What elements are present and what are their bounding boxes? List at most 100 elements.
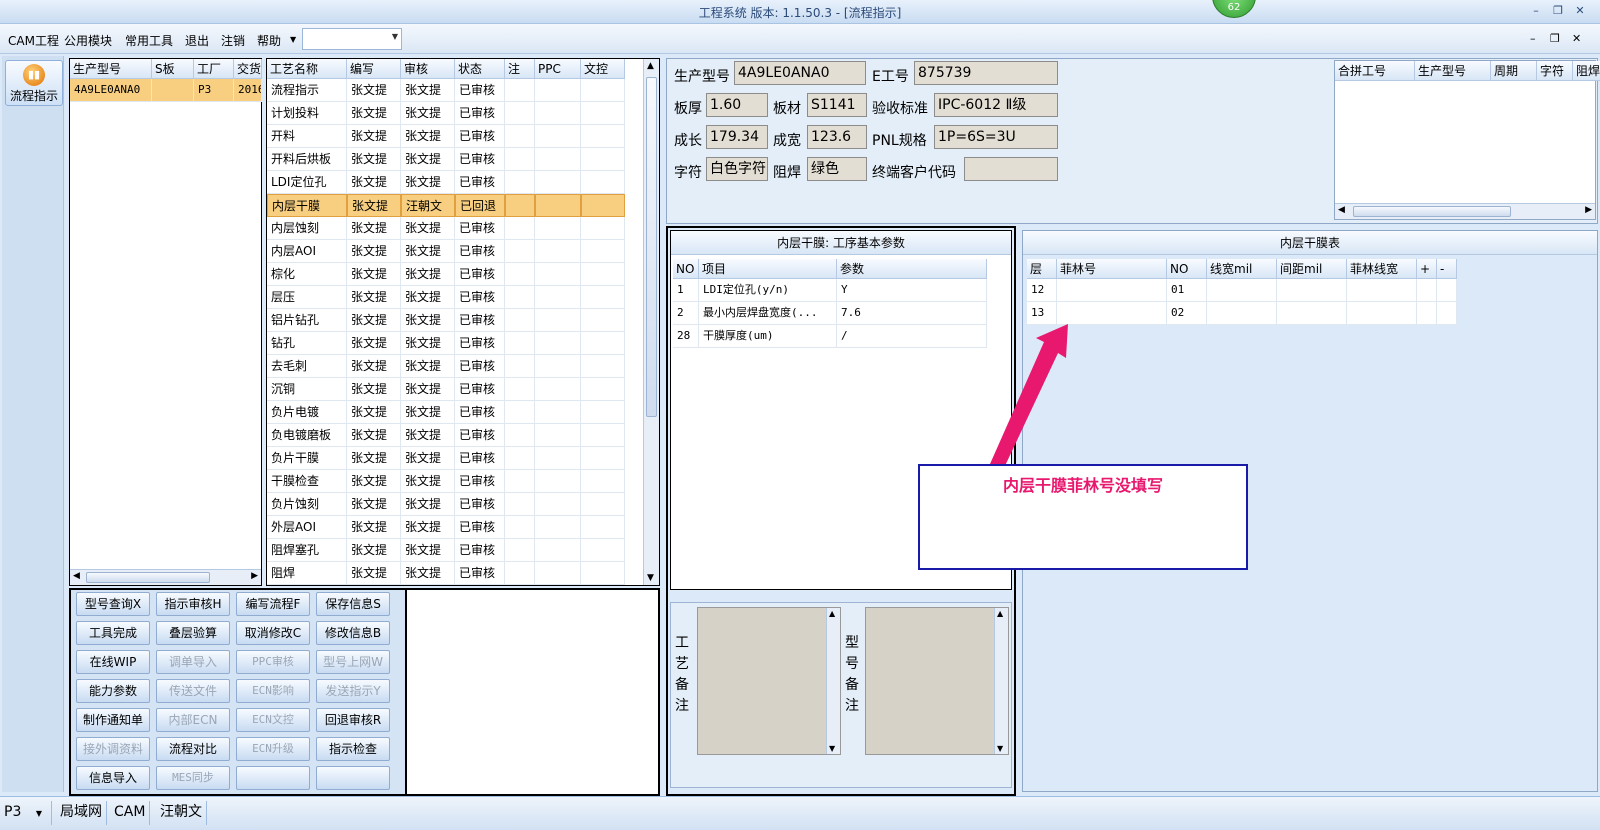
material-field[interactable]: S1141	[807, 93, 867, 117]
action-button[interactable]: 修改信息B	[316, 621, 390, 645]
table-row[interactable]: 铝片钻孔 张文提 张文提 已审核	[267, 309, 659, 332]
e-number-field[interactable]: 875739	[914, 61, 1058, 85]
table-row[interactable]: 负片电镀 张文提 张文提 已审核	[267, 401, 659, 424]
table-row[interactable]: 阻焊塞孔 张文提 张文提 已审核	[267, 539, 659, 562]
col-header[interactable]: 生产型号	[1415, 61, 1491, 81]
table-row[interactable]: 28 干膜厚度(um) /	[673, 325, 993, 348]
close-icon[interactable]: ✕	[1572, 4, 1588, 18]
scroll-thumb[interactable]	[646, 77, 657, 417]
action-button[interactable]: 内部ECN	[156, 708, 230, 732]
action-button[interactable]: 传送文件	[156, 679, 230, 703]
scroll-right-icon[interactable]: ▶	[251, 571, 258, 581]
action-button[interactable]: 能力参数	[76, 679, 150, 703]
col-header[interactable]: 参数	[837, 259, 987, 279]
model-remark-textarea[interactable]: ▲ ▼	[865, 607, 1009, 755]
table-row[interactable]: 4A9LE0ANA0 P3 2016	[70, 79, 262, 102]
scroll-right-icon[interactable]: ▶	[1585, 205, 1592, 215]
col-header[interactable]: 注	[505, 59, 535, 79]
status-tab-user[interactable]: 汪朝文	[156, 801, 207, 825]
table-row[interactable]: 13 02	[1027, 302, 1457, 325]
col-header[interactable]: 编写	[347, 59, 401, 79]
col-header[interactable]: 文控	[581, 59, 625, 79]
table-row[interactable]: 负片干膜 张文提 张文提 已审核	[267, 447, 659, 470]
model-field[interactable]: 4A9LE0ANA0	[734, 61, 866, 85]
width-field[interactable]: 123.6	[807, 125, 867, 149]
menu-common-modules[interactable]: 公用模块	[64, 32, 112, 49]
action-button[interactable]: 指示审核H	[156, 592, 230, 616]
table-row[interactable]: 沉铜 张文提 张文提 已审核	[267, 378, 659, 401]
action-button[interactable]: 叠层验算	[156, 621, 230, 645]
col-header[interactable]: 审核	[401, 59, 455, 79]
col-header[interactable]: 交货	[234, 59, 262, 79]
scroll-left-icon[interactable]: ◀	[73, 571, 80, 581]
col-header[interactable]: 层	[1027, 259, 1057, 279]
col-header[interactable]: NO	[1167, 259, 1207, 279]
col-header[interactable]: 线宽mil	[1207, 259, 1277, 279]
status-tab-cam[interactable]: CAM	[110, 801, 151, 825]
action-button[interactable]: PPC审核	[236, 650, 310, 674]
pnl-field[interactable]: 1P=6S=3U	[934, 125, 1058, 149]
table-row[interactable]: 流程指示 张文提 张文提 已审核	[267, 79, 659, 102]
action-button[interactable]	[316, 766, 390, 790]
menu-combo[interactable]: ▼	[302, 28, 402, 50]
scroll-thumb[interactable]	[86, 572, 210, 583]
scroll-thumb[interactable]	[1353, 206, 1511, 217]
scroll-up-icon[interactable]: ▲	[647, 61, 654, 71]
action-button[interactable]: 工具完成	[76, 621, 150, 645]
col-header[interactable]: 工艺名称	[267, 59, 347, 79]
table-row[interactable]: 内层AOI 张文提 张文提 已审核	[267, 240, 659, 263]
col-header[interactable]: 工厂	[194, 59, 234, 79]
maximize-icon[interactable]: ❐	[1550, 4, 1566, 18]
action-button[interactable]: ECN升级	[236, 737, 310, 761]
table-row[interactable]: 棕化 张文提 张文提 已审核	[267, 263, 659, 286]
col-header[interactable]: PPC	[535, 59, 581, 79]
table-row[interactable]: 钻孔 张文提 张文提 已审核	[267, 332, 659, 355]
table-row[interactable]: 1 LDI定位孔(y/n) Y	[673, 279, 993, 302]
action-button[interactable]: 回退审核R	[316, 708, 390, 732]
product-list-hscroll[interactable]: ◀ ▶	[70, 569, 261, 585]
table-row[interactable]: 干膜检查 张文提 张文提 已审核	[267, 470, 659, 493]
action-button[interactable]: 流程对比	[156, 737, 230, 761]
menu-help[interactable]: 帮助	[257, 32, 281, 49]
scroll-up-icon[interactable]: ▲	[829, 609, 835, 618]
table-row[interactable]: 12 01	[1027, 279, 1457, 302]
col-header[interactable]: 生产型号	[70, 59, 152, 79]
action-button[interactable]: 型号上网W	[316, 650, 390, 674]
table-row[interactable]: 负电镀磨板 张文提 张文提 已审核	[267, 424, 659, 447]
action-button[interactable]	[236, 766, 310, 790]
table-row[interactable]: 内层干膜 张文提 汪朝文 已回退	[267, 194, 659, 217]
menu-cam-project[interactable]: CAM工程	[8, 32, 59, 49]
col-header[interactable]: 阻焊	[1573, 61, 1600, 81]
table-row[interactable]: 层压 张文提 张文提 已审核	[267, 286, 659, 309]
menu-logout[interactable]: 注销	[221, 32, 245, 49]
action-button[interactable]: 制作通知单	[76, 708, 150, 732]
cell[interactable]	[1057, 279, 1167, 302]
table-row[interactable]: 外层AOI 张文提 张文提 已审核	[267, 516, 659, 539]
process-table-vscroll[interactable]: ▲ ▼	[643, 59, 659, 585]
menu-common-tools[interactable]: 常用工具	[125, 32, 173, 49]
table-row[interactable]: LDI定位孔 张文提 张文提 已审核	[267, 171, 659, 194]
length-field[interactable]: 179.34	[706, 125, 768, 149]
standard-field[interactable]: IPC-6012 Ⅱ级	[934, 93, 1058, 117]
scroll-left-icon[interactable]: ◀	[1338, 205, 1345, 215]
table-row[interactable]: 开料 张文提 张文提 已审核	[267, 125, 659, 148]
menu-exit[interactable]: 退出	[185, 32, 209, 49]
nav-flow-indicator-button[interactable]: ▮▮ 流程指示	[5, 60, 63, 106]
col-header[interactable]: 状态	[455, 59, 505, 79]
col-header[interactable]: 间距mil	[1277, 259, 1347, 279]
scroll-down-icon[interactable]: ▼	[997, 744, 1003, 753]
col-header[interactable]: S板	[152, 59, 194, 79]
cell[interactable]: 02	[1167, 302, 1207, 325]
table-row[interactable]: 计划投料 张文提 张文提 已审核	[267, 102, 659, 125]
scroll-down-icon[interactable]: ▼	[829, 744, 835, 753]
table-row[interactable]: 阻焊 张文提 张文提 已审核	[267, 562, 659, 585]
col-header[interactable]: +	[1417, 259, 1437, 279]
action-button[interactable]: ECN影响	[236, 679, 310, 703]
process-remark-textarea[interactable]: ▲ ▼	[697, 607, 841, 755]
col-header[interactable]: 菲林号	[1057, 259, 1167, 279]
col-header[interactable]: 菲林线宽	[1347, 259, 1417, 279]
col-header[interactable]: 字符	[1537, 61, 1573, 81]
scroll-down-icon[interactable]: ▼	[647, 573, 654, 583]
col-header[interactable]: 项目	[699, 259, 837, 279]
cell[interactable]: 01	[1167, 279, 1207, 302]
